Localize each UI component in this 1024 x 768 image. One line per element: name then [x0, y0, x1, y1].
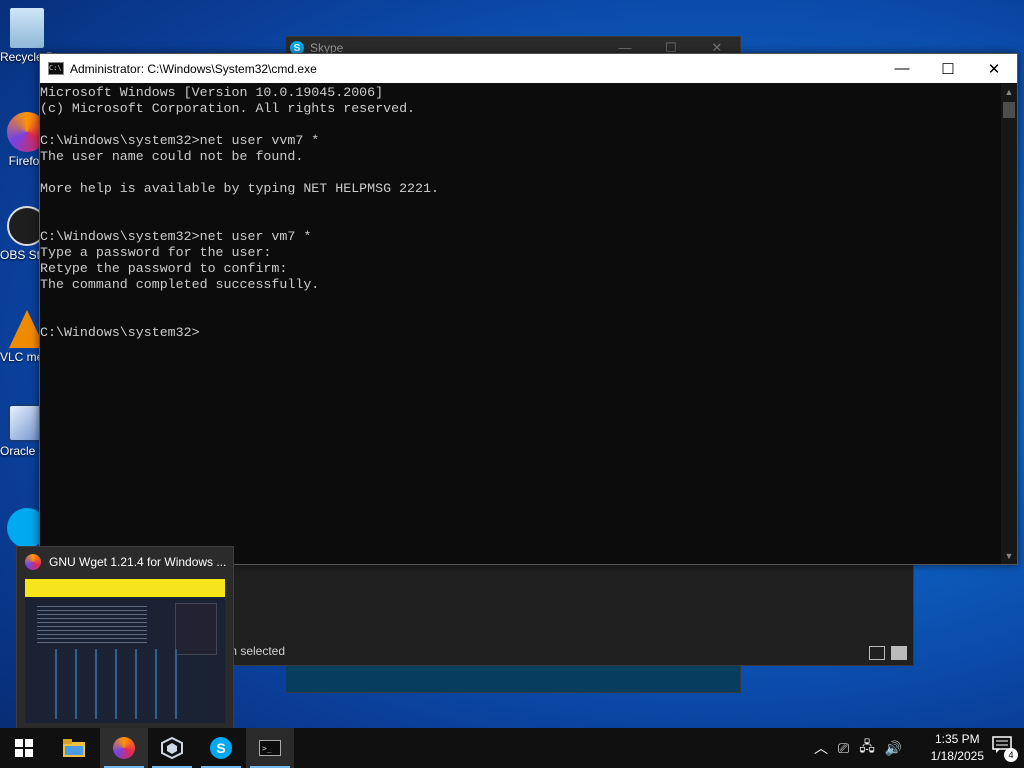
- maximize-icon[interactable]: ☐: [925, 54, 971, 83]
- folder-icon: [63, 739, 85, 757]
- taskbar-file-explorer[interactable]: [50, 728, 98, 768]
- thumbnail-banner: [25, 579, 225, 597]
- taskbar-thumbnail-preview[interactable]: GNU Wget 1.21.4 for Windows ...: [16, 546, 234, 730]
- start-button[interactable]: [0, 728, 48, 768]
- console-output[interactable]: Microsoft Windows [Version 10.0.19045.20…: [40, 84, 1001, 564]
- notification-badge: 4: [1004, 748, 1018, 762]
- firefox-icon: [25, 554, 41, 570]
- console-line: Type a password for the user:: [40, 245, 272, 260]
- console-line: C:\Windows\system32>: [40, 325, 200, 340]
- cmd-icon: >_: [259, 740, 281, 756]
- scroll-thumb[interactable]: [1003, 102, 1015, 118]
- meet-now-icon[interactable]: ⎚: [838, 740, 849, 757]
- thumbnail-sidebar: [175, 603, 217, 655]
- close-icon[interactable]: ✕: [971, 54, 1017, 83]
- console-line: C:\Windows\system32>net user vm7 *: [40, 229, 312, 244]
- cmd-window-controls: — ☐ ✕: [879, 54, 1017, 83]
- preview-thumbnail-image[interactable]: [25, 579, 225, 723]
- scroll-down-arrow-icon[interactable]: ▼: [1001, 548, 1017, 564]
- taskbar-cmd[interactable]: >_: [246, 728, 294, 768]
- virtualbox-icon: [161, 737, 183, 759]
- tiles-view-icon[interactable]: [891, 646, 907, 660]
- volume-icon[interactable]: 🔊: [885, 740, 902, 757]
- firefox-icon: [113, 737, 135, 759]
- cmd-window[interactable]: C:\ Administrator: C:\Windows\System32\c…: [39, 53, 1018, 565]
- explorer-window[interactable]: m selected: [220, 563, 914, 666]
- cmd-app-icon: C:\: [48, 62, 64, 75]
- clock-date: 1/18/2025: [930, 749, 984, 763]
- action-center-button[interactable]: 4: [992, 736, 1018, 762]
- chevron-up-icon[interactable]: ︿: [814, 738, 828, 758]
- recycle-bin-icon: [10, 8, 44, 48]
- taskbar: S >_ ︿ ⎚ 🖧 🔊 1:35 PM 1/18/2025 4: [0, 728, 1024, 768]
- skype-icon: S: [210, 737, 232, 759]
- details-view-icon[interactable]: [869, 646, 885, 660]
- cmd-window-title: Administrator: C:\Windows\System32\cmd.e…: [70, 61, 317, 76]
- clock-time: 1:35 PM: [934, 732, 980, 746]
- vertical-scrollbar[interactable]: ▲ ▼: [1001, 84, 1017, 564]
- windows-logo-icon: [15, 739, 33, 757]
- taskbar-skype[interactable]: S: [197, 728, 245, 768]
- preview-header: GNU Wget 1.21.4 for Windows ...: [17, 547, 233, 577]
- network-icon[interactable]: 🖧: [859, 736, 875, 760]
- taskbar-firefox[interactable]: [100, 728, 148, 768]
- console-line: (c) Microsoft Corporation. All rights re…: [40, 101, 416, 116]
- console-line: Microsoft Windows [Version 10.0.19045.20…: [40, 85, 384, 100]
- thumbnail-text-block: [37, 603, 147, 643]
- console-line: C:\Windows\system32>net user vvm7 *: [40, 133, 320, 148]
- system-tray: ︿ ⎚ 🖧 🔊: [814, 728, 902, 768]
- minimize-icon[interactable]: —: [879, 54, 925, 83]
- scroll-up-arrow-icon[interactable]: ▲: [1001, 84, 1017, 100]
- taskbar-virtualbox[interactable]: [148, 728, 196, 768]
- console-line: More help is available by typing NET HEL…: [40, 181, 439, 196]
- clock[interactable]: 1:35 PM 1/18/2025: [931, 731, 984, 765]
- console-line: The user name could not be found.: [40, 149, 304, 164]
- thumbnail-table: [37, 649, 177, 719]
- console-line: Retype the password to confirm:: [40, 261, 288, 276]
- view-toggle-group: [869, 646, 907, 660]
- console-line: The command completed successfully.: [40, 277, 320, 292]
- preview-title: GNU Wget 1.21.4 for Windows ...: [49, 555, 227, 569]
- cmd-title-bar[interactable]: C:\ Administrator: C:\Windows\System32\c…: [40, 54, 1017, 83]
